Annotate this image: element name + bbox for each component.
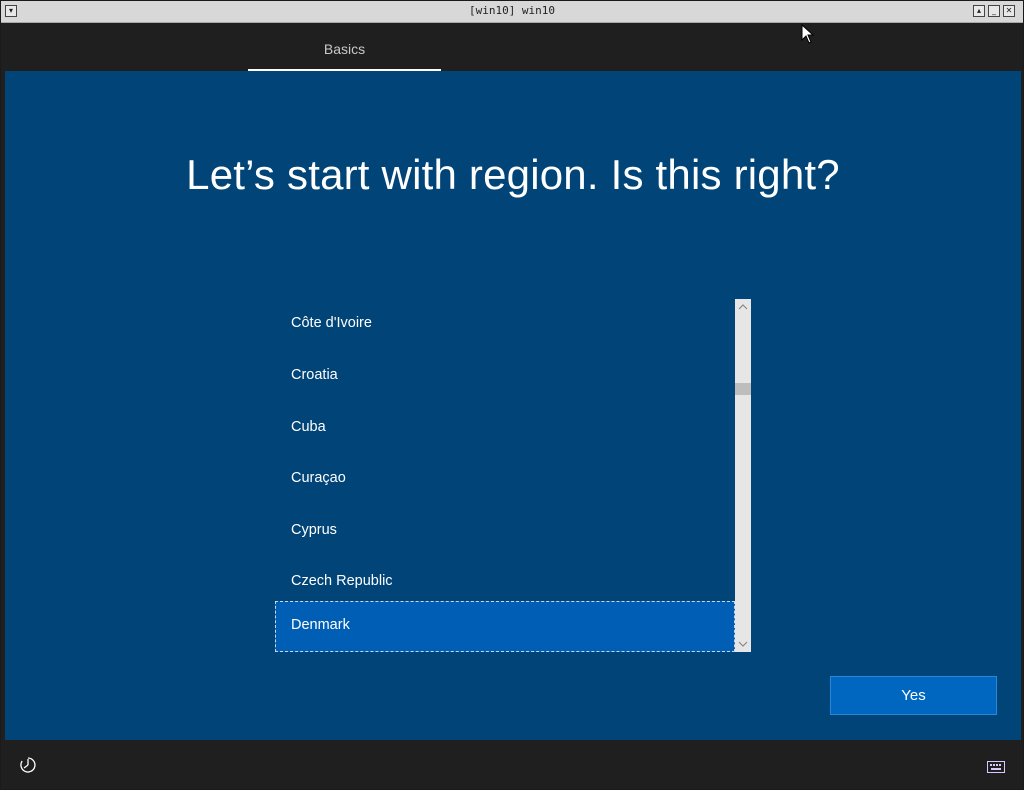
list-item[interactable]: Côte d'Ivoire xyxy=(275,299,735,351)
list-item-label: Denmark xyxy=(291,617,350,633)
window-shade-button[interactable]: ▴ xyxy=(973,5,985,17)
window-titlebar[interactable]: ▾ [win10] win10 ▴ _ ✕ xyxy=(1,1,1023,23)
list-item-label: Cuba xyxy=(291,419,326,435)
list-scrollbar[interactable] xyxy=(735,299,751,652)
list-item-label: Côte d'Ivoire xyxy=(291,315,372,331)
region-list-items: Côte d'Ivoire Croatia Cuba Curaçao Cypru… xyxy=(275,299,735,652)
region-listbox[interactable]: Côte d'Ivoire Croatia Cuba Curaçao Cypru… xyxy=(275,299,751,652)
chevron-up-icon[interactable] xyxy=(735,299,751,315)
top-bar: Basics xyxy=(5,23,1021,71)
keyboard-icon[interactable] xyxy=(987,758,1005,773)
ease-of-access-icon[interactable] xyxy=(19,756,37,774)
vm-window: ▾ [win10] win10 ▴ _ ✕ Basics Let’s start… xyxy=(0,0,1024,790)
list-item-label: Czech Republic xyxy=(291,573,393,589)
list-item[interactable]: Curaçao xyxy=(275,454,735,506)
list-item-label: Cyprus xyxy=(291,522,337,538)
list-item-selected[interactable]: Denmark xyxy=(275,601,735,652)
yes-button[interactable]: Yes xyxy=(830,676,997,715)
window-title: [win10] win10 xyxy=(468,4,556,17)
oobe-screen: Basics Let’s start with region. Is this … xyxy=(5,23,1021,787)
list-item-label: Croatia xyxy=(291,367,338,383)
list-item[interactable]: Cuba xyxy=(275,403,735,455)
window-close-button[interactable]: ✕ xyxy=(1003,5,1015,17)
list-item-label: Curaçao xyxy=(291,470,346,486)
window-minimize-button[interactable]: _ xyxy=(988,5,1000,17)
page-title: Let’s start with region. Is this right? xyxy=(186,151,840,198)
scrollbar-thumb[interactable] xyxy=(735,383,751,395)
tab-active-indicator xyxy=(248,69,441,71)
list-item[interactable]: Cyprus xyxy=(275,506,735,558)
chevron-down-icon[interactable] xyxy=(735,636,751,652)
list-item[interactable]: Croatia xyxy=(275,351,735,403)
tab-basics-label: Basics xyxy=(323,41,366,57)
bottom-bar xyxy=(5,740,1021,787)
tab-basics[interactable]: Basics xyxy=(248,23,441,71)
